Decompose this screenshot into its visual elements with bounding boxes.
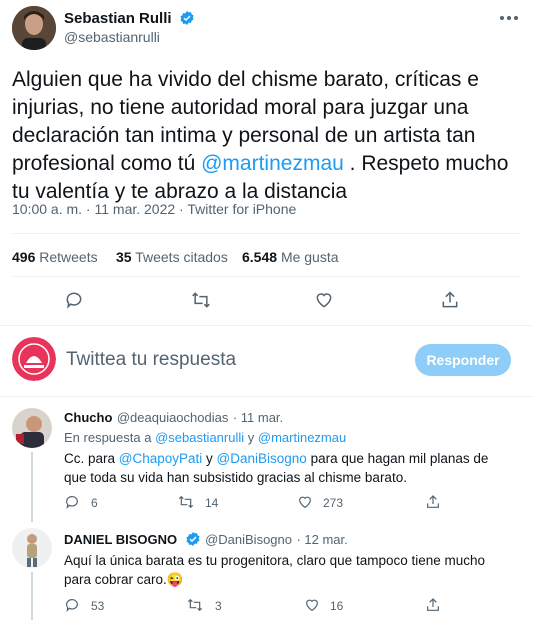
likes-stat[interactable]: 6.548 Me gusta: [242, 249, 339, 265]
retweet-icon[interactable]: [191, 290, 211, 315]
author-name[interactable]: Sebastian Rulli: [64, 10, 172, 27]
verified-badge-icon: [185, 531, 201, 547]
reply-author-name[interactable]: DANIEL BISOGNO: [64, 532, 177, 547]
like-count: 273: [323, 496, 344, 510]
tweet-text: Alguien que ha vivido del chisme barato,…: [12, 68, 509, 203]
reply-icon[interactable]: [64, 494, 80, 515]
like-count: 16: [330, 599, 344, 613]
own-avatar[interactable]: [12, 337, 56, 381]
reply-author-handle[interactable]: @deaquiaochodias: [117, 410, 229, 425]
reply-author-name[interactable]: Chucho: [64, 410, 112, 425]
mention-link[interactable]: @ChapoyPati: [119, 451, 203, 466]
retweet-count: 3: [215, 599, 222, 613]
author-avatar[interactable]: [12, 6, 56, 50]
mention-link[interactable]: @martinezmau: [201, 152, 344, 175]
quotes-stat[interactable]: 35 Tweets citados: [116, 249, 228, 265]
reply-avatar-chucho[interactable]: [12, 408, 52, 448]
retweet-count: 14: [205, 496, 219, 510]
replying-to-link[interactable]: @sebastianrulli: [155, 430, 244, 445]
like-icon[interactable]: [304, 597, 320, 618]
reply-text: Aquí la única barata es tu progenitora, …: [64, 553, 486, 587]
retweet-icon[interactable]: [187, 597, 203, 618]
retweet-icon[interactable]: [178, 494, 194, 515]
reply-date[interactable]: · 12 mar.: [296, 532, 347, 547]
mention-link[interactable]: @DaniBisogno: [217, 451, 307, 466]
reply-button[interactable]: Responder: [415, 344, 511, 376]
author-handle[interactable]: @sebastianrulli: [64, 29, 160, 45]
reply-count: 53: [91, 599, 105, 613]
reply-icon[interactable]: [64, 290, 84, 315]
share-icon[interactable]: [425, 494, 441, 515]
reply-count: 6: [91, 496, 98, 510]
reply-date[interactable]: · 11 mar.: [233, 410, 283, 425]
tweet-timestamp[interactable]: 10:00 a. m. · 11 mar. 2022 · Twitter for…: [12, 201, 296, 217]
like-icon[interactable]: [314, 290, 334, 315]
reply-avatar-daniel[interactable]: [12, 528, 52, 568]
reply-text: Cc. para @ChapoyPati y @DaniBisogno para…: [64, 451, 489, 485]
verified-badge-icon: [179, 10, 195, 26]
retweets-stat[interactable]: 496 Retweets: [12, 249, 98, 265]
emoji: 😜: [166, 572, 184, 587]
share-icon[interactable]: [425, 597, 441, 618]
reply-author-handle[interactable]: @DaniBisogno: [205, 532, 292, 547]
like-icon[interactable]: [297, 494, 313, 515]
replying-to: En respuesta a @sebastianrulli y @martin…: [64, 430, 347, 445]
more-options-icon[interactable]: [497, 10, 521, 26]
share-icon[interactable]: [440, 290, 460, 315]
reply-icon[interactable]: [64, 597, 80, 618]
compose-reply-input[interactable]: Twittea tu respuesta: [66, 349, 236, 371]
replying-to-link[interactable]: @martinezmau: [258, 430, 346, 445]
